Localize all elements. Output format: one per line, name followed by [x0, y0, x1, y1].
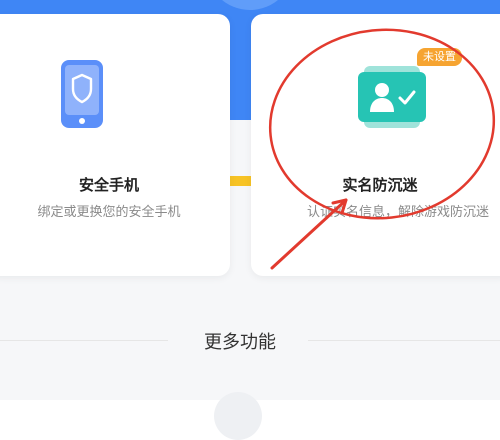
- section-divider-right: [308, 340, 500, 341]
- security-phone-card[interactable]: 安全手机 绑定或更换您的安全手机: [0, 14, 230, 276]
- more-features-title: 更多功能: [204, 332, 276, 353]
- not-set-badge: 未设置: [417, 48, 462, 66]
- real-name-desc: 认证实名信息，解除游戏防沉迷: [306, 205, 489, 220]
- phone-shield-icon: [61, 60, 103, 128]
- id-card-check-icon: [358, 66, 426, 128]
- real-name-title: 实名防沉迷: [342, 176, 418, 194]
- feature-icon-partial[interactable]: [214, 392, 262, 440]
- security-phone-desc: 绑定或更换您的安全手机: [37, 205, 181, 220]
- security-phone-title: 安全手机: [78, 176, 139, 194]
- real-name-card[interactable]: 未设置 实名防沉迷 认证实名信息，解除游戏防沉迷: [251, 14, 500, 276]
